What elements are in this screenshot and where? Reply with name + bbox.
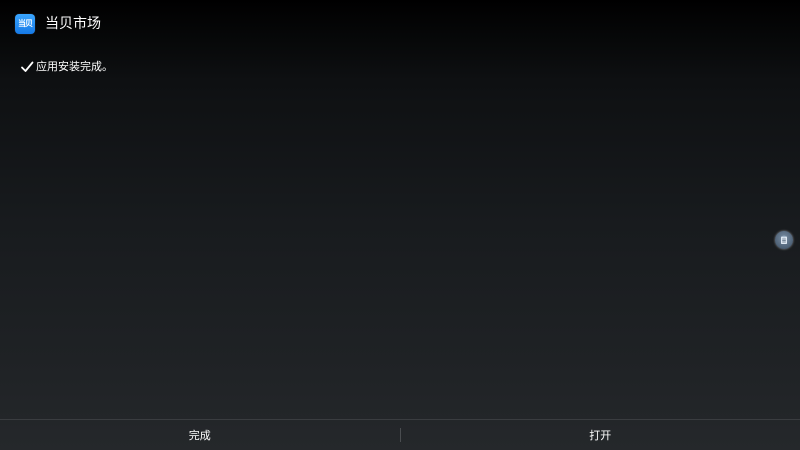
app-icon-text: 当贝	[18, 19, 33, 28]
done-button[interactable]: 完成	[0, 420, 400, 450]
dangbei-app-icon: 当贝	[15, 14, 35, 34]
app-bar: 当贝 当贝市场	[0, 0, 800, 50]
clipboard-icon	[781, 235, 787, 244]
install-status: 应用安装完成。	[20, 58, 113, 76]
floating-clipboard-button[interactable]	[775, 231, 793, 249]
status-message: 应用安装完成。	[36, 60, 113, 73]
app-title: 当贝市场	[45, 16, 101, 32]
bottom-action-bar: 完成 打开	[0, 419, 800, 450]
checkmark-icon	[21, 61, 34, 72]
open-button[interactable]: 打开	[401, 420, 800, 450]
